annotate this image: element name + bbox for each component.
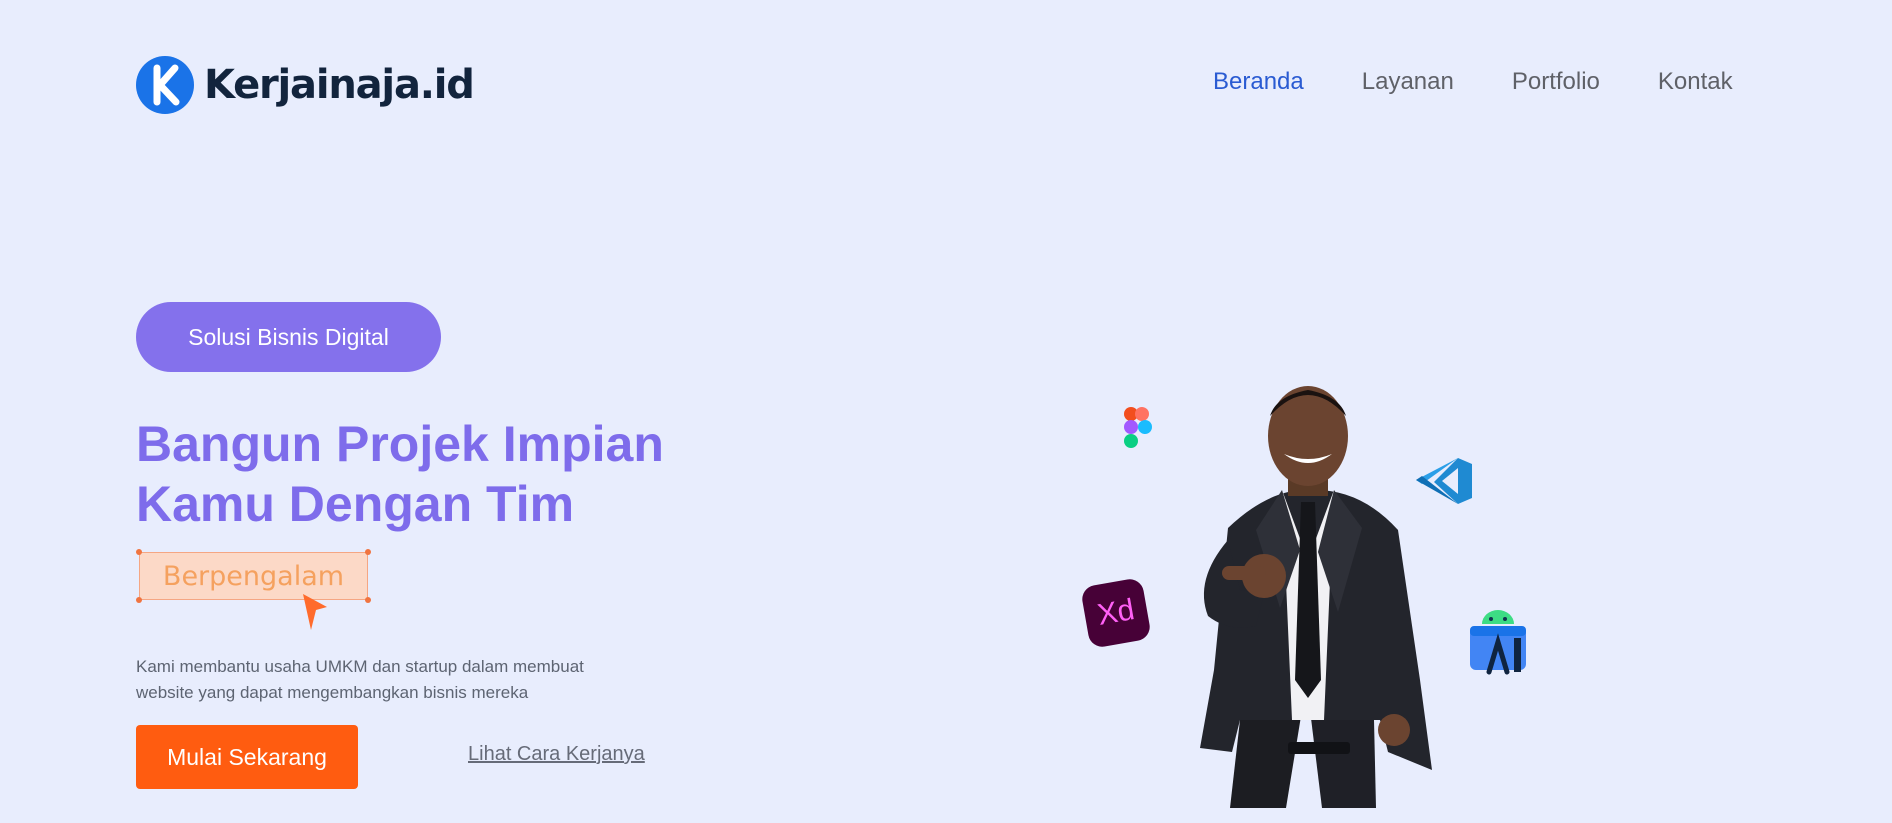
person-pointing-illustration xyxy=(1200,386,1432,808)
hero-headline: Bangun Projek Impian Kamu Dengan Tim xyxy=(136,414,776,534)
highlight-word: Berpengalam xyxy=(162,560,345,592)
cursor-arrow-icon xyxy=(303,594,327,630)
highlight-word-box: Berpengalam xyxy=(136,549,371,603)
adobe-xd-icon: Xd xyxy=(1080,577,1152,649)
nav-link-beranda[interactable]: Beranda xyxy=(1213,68,1304,96)
main-nav: Beranda Layanan Portfolio Kontak xyxy=(1213,68,1733,96)
selection-handle xyxy=(365,597,371,603)
logo-text: Kerjainaja.id xyxy=(204,62,475,108)
brand-logo[interactable]: Kerjainaja.id xyxy=(136,56,475,114)
nav-link-portfolio[interactable]: Portfolio xyxy=(1512,68,1600,96)
description-line-2: website yang dapat mengembangkan bisnis … xyxy=(136,683,529,702)
figma-icon xyxy=(1124,407,1152,448)
nav-link-kontak[interactable]: Kontak xyxy=(1658,68,1733,96)
headline-line-1: Bangun Projek Impian xyxy=(136,416,664,472)
how-it-works-link[interactable]: Lihat Cara Kerjanya xyxy=(468,743,645,766)
android-studio-icon xyxy=(1470,610,1526,675)
selection-handle xyxy=(365,549,371,555)
selection-handle xyxy=(136,549,142,555)
start-now-button[interactable]: Mulai Sekarang xyxy=(136,725,358,789)
xd-icon-text: Xd xyxy=(1094,593,1137,632)
solution-badge-button[interactable]: Solusi Bisnis Digital xyxy=(136,302,441,372)
description-line-1: Kami membantu usaha UMKM dan startup dal… xyxy=(136,657,584,676)
logo-k-icon xyxy=(136,56,194,114)
nav-link-layanan[interactable]: Layanan xyxy=(1362,68,1454,96)
headline-line-2: Kamu Dengan Tim xyxy=(136,476,575,532)
selection-handle xyxy=(136,597,142,603)
hero-description: Kami membantu usaha UMKM dan startup dal… xyxy=(136,654,636,706)
